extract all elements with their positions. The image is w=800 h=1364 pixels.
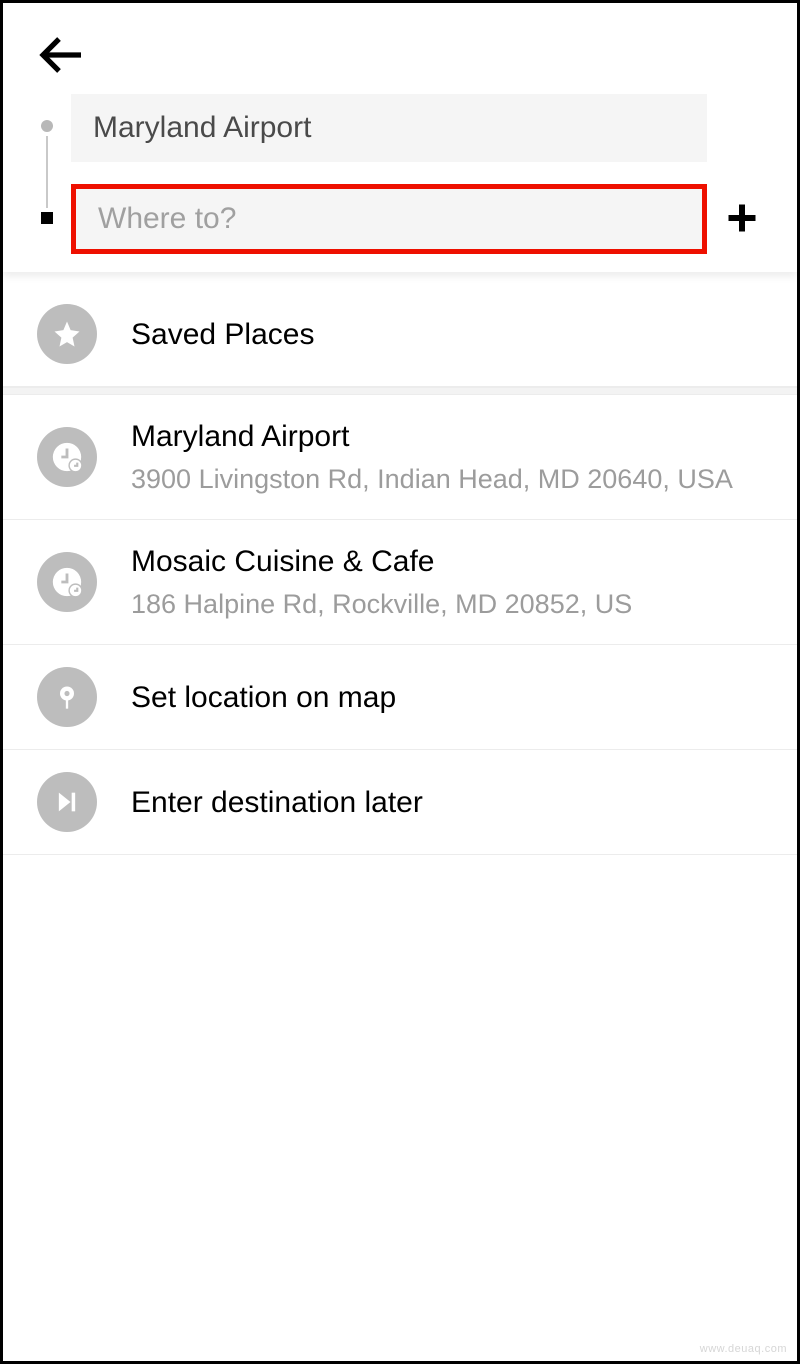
set-on-map-label: Set location on map <box>131 678 779 717</box>
recent-item-title: Mosaic Cuisine & Cafe <box>131 542 779 581</box>
recent-item-subtitle: 3900 Livingston Rd, Indian Head, MD 2064… <box>131 462 779 497</box>
saved-places-item[interactable]: Saved Places <box>3 282 797 387</box>
destination-highlight <box>71 184 707 254</box>
set-location-on-map-item[interactable]: Set location on map <box>3 645 797 750</box>
add-stop-button[interactable] <box>707 94 777 254</box>
star-icon <box>37 304 97 364</box>
recent-item[interactable]: Mosaic Cuisine & Cafe 186 Halpine Rd, Ro… <box>3 520 797 645</box>
enter-destination-later-item[interactable]: Enter destination later <box>3 750 797 855</box>
recent-item-subtitle: 186 Halpine Rd, Rockville, MD 20852, US <box>131 587 779 622</box>
destination-square-icon <box>41 212 53 224</box>
clock-history-icon <box>37 427 97 487</box>
route-connector-icon <box>46 136 48 208</box>
recent-item-title: Maryland Airport <box>131 417 779 456</box>
destination-input[interactable] <box>76 189 702 249</box>
arrow-left-icon <box>37 31 85 79</box>
skip-icon <box>37 772 97 832</box>
plus-icon <box>724 200 760 236</box>
route-indicator <box>23 94 71 254</box>
section-divider <box>3 387 797 395</box>
pickup-dot-icon <box>41 120 53 132</box>
pin-icon <box>37 667 97 727</box>
watermark: www.deuaq.com <box>700 1343 787 1355</box>
back-button[interactable] <box>37 31 85 84</box>
input-fields <box>71 94 707 254</box>
clock-history-icon <box>37 552 97 612</box>
route-inputs <box>23 94 777 254</box>
search-header <box>3 3 797 272</box>
enter-later-label: Enter destination later <box>131 783 779 822</box>
pickup-input[interactable] <box>71 94 707 162</box>
suggestions-list: Saved Places Maryland Airport 3900 Livin… <box>3 282 797 855</box>
recent-item[interactable]: Maryland Airport 3900 Livingston Rd, Ind… <box>3 395 797 520</box>
saved-places-label: Saved Places <box>131 315 779 354</box>
